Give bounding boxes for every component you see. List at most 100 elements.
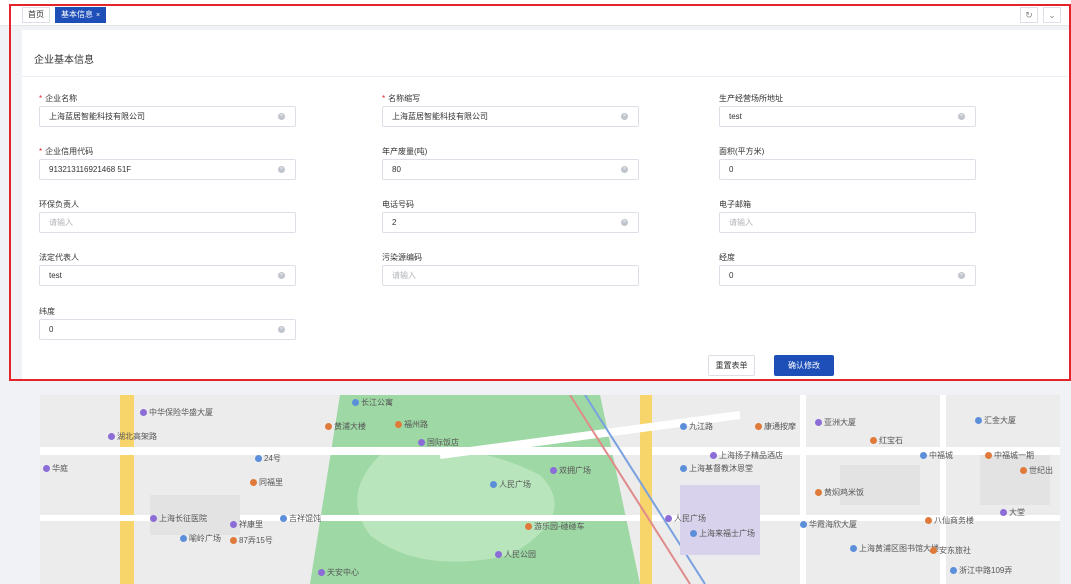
map-poi-text: 黄浦大楼 xyxy=(334,422,366,431)
map-poi-text: 亚洲大厦 xyxy=(824,418,856,427)
map-poi-text: 九江路 xyxy=(689,422,713,431)
location-pin-icon xyxy=(710,452,717,459)
map-poi-text: 中福城一期 xyxy=(994,451,1034,460)
map-poi-text: 87弄15号 xyxy=(239,536,273,545)
map-poi-text: 喻岭广场 xyxy=(189,534,221,543)
map-poi-label[interactable]: 人民广场 xyxy=(665,513,706,524)
map-poi-text: 上海长征医院 xyxy=(159,514,207,523)
map-poi-label[interactable]: 同福里 xyxy=(250,477,283,488)
map-poi-text: 上海黄浦区图书馆大楼 xyxy=(859,544,939,553)
map-poi-label[interactable]: 黄焖鸡米饭 xyxy=(815,487,864,498)
location-pin-icon xyxy=(395,421,402,428)
location-pin-icon xyxy=(975,417,982,424)
location-pin-icon xyxy=(150,515,157,522)
map-poi-label[interactable]: 华霞海欣大厦 xyxy=(800,519,857,530)
location-pin-icon xyxy=(43,465,50,472)
map-poi-label[interactable]: 国际饭店 xyxy=(418,437,459,448)
map-poi-label[interactable]: 亚洲大厦 xyxy=(815,417,856,428)
location-pin-icon xyxy=(665,515,672,522)
map-poi-text: 大堂 xyxy=(1009,508,1025,517)
map-poi-text: 同福里 xyxy=(259,478,283,487)
location-pin-icon xyxy=(680,423,687,430)
map-poi-label[interactable]: 吉祥馄饨 xyxy=(280,513,321,524)
map-poi-text: 中福城 xyxy=(929,451,953,460)
map-poi-label[interactable]: 24号 xyxy=(255,453,281,464)
location-pin-icon xyxy=(870,437,877,444)
map-view[interactable]: 中华保险华盛大厦 长江公寓黄浦大楼国际饭店 九江路 康通按摩 亚洲大厦 汇金大厦红宝石上海… xyxy=(40,395,1060,584)
location-pin-icon xyxy=(850,545,857,552)
map-poi-label[interactable]: 福州路 xyxy=(395,419,428,430)
location-pin-icon xyxy=(495,551,502,558)
location-pin-icon xyxy=(525,523,532,530)
location-pin-icon xyxy=(1020,467,1027,474)
location-pin-icon xyxy=(108,433,115,440)
map-poi-label[interactable]: 上海黄浦区图书馆大楼 xyxy=(850,543,939,554)
map-poi-label[interactable]: 浙江中路109弄 xyxy=(950,565,1012,576)
map-poi-label[interactable]: 黄浦大楼 xyxy=(325,421,366,432)
map-poi-text: 游乐园-碰碰车 xyxy=(534,522,585,531)
map-poi-text: 汇金大厦 xyxy=(984,416,1016,425)
location-pin-icon xyxy=(140,409,147,416)
map-poi-text: 康通按摩 xyxy=(764,422,796,431)
map-poi-label[interactable]: 祥康里 xyxy=(230,519,263,530)
map-poi-text: 人民广场 xyxy=(499,480,531,489)
location-pin-icon xyxy=(280,515,287,522)
map-poi-text: 24号 xyxy=(264,454,281,463)
map-poi-text: 八仙商务楼 xyxy=(934,516,974,525)
map-poi-text: 吉祥馄饨 xyxy=(289,514,321,523)
map-poi-label[interactable]: 中福城 xyxy=(920,450,953,461)
map-poi-text: 双拥广场 xyxy=(559,466,591,475)
map-poi-label[interactable]: 人民广场 xyxy=(490,479,531,490)
map-graphic xyxy=(40,395,1060,584)
map-poi-label[interactable]: 康通按摩 xyxy=(755,421,796,432)
map-poi-label[interactable]: 世纪出 xyxy=(1020,465,1053,476)
map-poi-label[interactable]: 八仙商务楼 xyxy=(925,515,974,526)
map-poi-label[interactable]: 游乐园-碰碰车 xyxy=(525,521,585,532)
map-poi-label[interactable]: 87弄15号 xyxy=(230,535,273,546)
location-pin-icon xyxy=(920,452,927,459)
map-poi-text: 湖北高架路 xyxy=(117,432,157,441)
map-poi-text: 国际饭店 xyxy=(427,438,459,447)
map-poi-label[interactable]: 上海来福士广场 xyxy=(690,528,755,539)
map-poi-label[interactable]: 中福城一期 xyxy=(985,450,1034,461)
location-pin-icon xyxy=(230,521,237,528)
location-pin-icon xyxy=(680,465,687,472)
map-poi-text: 中华保险华盛大厦 xyxy=(149,408,213,417)
map-poi-label[interactable]: 安东旅社 xyxy=(930,545,971,556)
map-poi-label[interactable]: 喻岭广场 xyxy=(180,533,221,544)
map-poi-label[interactable]: 华庭 xyxy=(43,463,68,474)
map-poi-text: 上海来福士广场 xyxy=(699,529,755,538)
map-poi-label[interactable]: 长江公寓 xyxy=(352,397,393,408)
map-poi-text: 天安中心 xyxy=(327,568,359,577)
location-pin-icon xyxy=(800,521,807,528)
location-pin-icon xyxy=(550,467,557,474)
map-poi-label[interactable]: 双拥广场 xyxy=(550,465,591,476)
location-pin-icon xyxy=(490,481,497,488)
map-poi-label[interactable]: 红宝石 xyxy=(870,435,903,446)
map-poi-text: 黄焖鸡米饭 xyxy=(824,488,864,497)
location-pin-icon xyxy=(418,439,425,446)
map-poi-text: 祥康里 xyxy=(239,520,263,529)
map-poi-label[interactable]: 天安中心 xyxy=(318,567,359,578)
map-poi-text: 红宝石 xyxy=(879,436,903,445)
map-poi-label[interactable]: 上海长征医院 xyxy=(150,513,207,524)
location-pin-icon xyxy=(815,419,822,426)
map-poi-label[interactable]: 上海基督教沐恩堂 xyxy=(680,463,753,474)
map-poi-text: 人民公园 xyxy=(504,550,536,559)
map-poi-label[interactable]: 九江路 xyxy=(680,421,713,432)
map-poi-label[interactable]: 中华保险华盛大厦 xyxy=(140,407,213,418)
map-poi-text: 浙江中路109弄 xyxy=(959,566,1013,575)
location-pin-icon xyxy=(1000,509,1007,516)
location-pin-icon xyxy=(230,537,237,544)
map-poi-label[interactable]: 人民公园 xyxy=(495,549,536,560)
location-pin-icon xyxy=(180,535,187,542)
highlight-frame xyxy=(9,4,1071,381)
location-pin-icon xyxy=(250,479,257,486)
map-poi-text: 华庭 xyxy=(52,464,68,473)
map-poi-label[interactable]: 大堂 xyxy=(1000,507,1025,518)
map-poi-label[interactable]: 汇金大厦 xyxy=(975,415,1016,426)
map-poi-label[interactable]: 湖北高架路 xyxy=(108,431,157,442)
location-pin-icon xyxy=(325,423,332,430)
location-pin-icon xyxy=(255,455,262,462)
map-poi-label[interactable]: 上海扬子精品酒店 xyxy=(710,450,783,461)
